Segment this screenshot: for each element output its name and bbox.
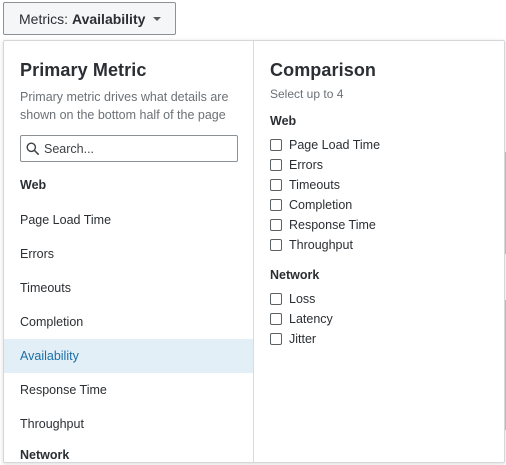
primary-metric-column: Primary Metric Primary metric drives wha… [4, 41, 254, 462]
primary-metric-item-errors[interactable]: Errors [4, 237, 253, 271]
checkbox-label: Errors [289, 158, 324, 172]
comparison-subtitle: Select up to 4 [270, 87, 344, 101]
checkbox[interactable] [270, 333, 282, 345]
checkbox-label: Loss [289, 292, 316, 306]
comparison-checkbox-loss[interactable]: Loss [270, 289, 504, 309]
primary-group-network-label: Network [20, 448, 70, 462]
checkbox[interactable] [270, 199, 282, 211]
primary-metric-list: Page Load Time Errors Timeouts Completio… [4, 203, 253, 441]
metric-item-label: Errors [20, 247, 55, 261]
metric-item-label: Availability [20, 349, 79, 363]
comparison-group-web-label: Web [270, 114, 297, 128]
metric-item-label: Completion [20, 315, 84, 329]
checkbox-label: Timeouts [289, 178, 340, 192]
checkbox[interactable] [270, 239, 282, 251]
comparison-title: Comparison [270, 60, 377, 80]
comparison-checkbox-errors[interactable]: Errors [270, 155, 504, 175]
comparison-web-list: Page Load Time Errors Timeouts Completio… [270, 135, 504, 255]
checkbox-label: Jitter [289, 332, 317, 346]
comparison-group-network-label: Network [270, 268, 320, 282]
comparison-checkbox-throughput[interactable]: Throughput [270, 235, 504, 255]
search-input[interactable] [44, 141, 224, 156]
primary-metric-item-page-load-time[interactable]: Page Load Time [4, 203, 253, 237]
checkbox-label: Completion [289, 198, 353, 212]
comparison-checkbox-timeouts[interactable]: Timeouts [270, 175, 504, 195]
metrics-dropdown-button[interactable]: Metrics: Availability [3, 2, 176, 35]
checkbox-label: Response Time [289, 218, 376, 232]
primary-metric-description: Primary metric drives what details are s… [20, 90, 229, 122]
checkbox[interactable] [270, 139, 282, 151]
metric-item-label: Timeouts [20, 281, 71, 295]
metrics-label: Metrics: [19, 10, 68, 27]
primary-metric-item-throughput[interactable]: Throughput [4, 407, 253, 441]
comparison-checkbox-completion[interactable]: Completion [270, 195, 504, 215]
primary-metric-title: Primary Metric [20, 60, 147, 80]
primary-metric-item-response-time[interactable]: Response Time [4, 373, 253, 407]
comparison-checkbox-page-load-time[interactable]: Page Load Time [270, 135, 504, 155]
primary-metric-item-availability[interactable]: Availability [4, 339, 253, 373]
metrics-dropdown-panel: Primary Metric Primary metric drives wha… [3, 40, 505, 463]
checkbox-label: Latency [289, 312, 333, 326]
checkbox[interactable] [270, 159, 282, 171]
primary-metric-item-timeouts[interactable]: Timeouts [4, 271, 253, 305]
checkbox-label: Page Load Time [289, 138, 381, 152]
comparison-checkbox-latency[interactable]: Latency [270, 309, 504, 329]
checkbox-label: Throughput [289, 238, 353, 252]
metric-item-label: Throughput [20, 417, 84, 431]
primary-metric-item-completion[interactable]: Completion [4, 305, 253, 339]
comparison-column: Comparison Select up to 4 Web Page Load … [254, 41, 504, 462]
checkbox[interactable] [270, 219, 282, 231]
comparison-checkbox-response-time[interactable]: Response Time [270, 215, 504, 235]
primary-metric-header: Primary Metric Primary metric drives wha… [4, 41, 253, 124]
comparison-header: Comparison Select up to 4 [270, 41, 504, 101]
primary-group-web-label: Web [20, 178, 47, 192]
metric-item-label: Response Time [20, 383, 107, 397]
metric-item-label: Page Load Time [20, 213, 112, 227]
checkbox[interactable] [270, 179, 282, 191]
search-field[interactable] [20, 135, 238, 162]
chevron-down-icon [153, 17, 162, 21]
comparison-checkbox-jitter[interactable]: Jitter [270, 329, 504, 349]
checkbox[interactable] [270, 313, 282, 325]
checkbox[interactable] [270, 293, 282, 305]
metrics-selected-value: Availability [72, 10, 146, 27]
comparison-network-list: Loss Latency Jitter [270, 289, 504, 349]
search-icon [26, 142, 39, 155]
